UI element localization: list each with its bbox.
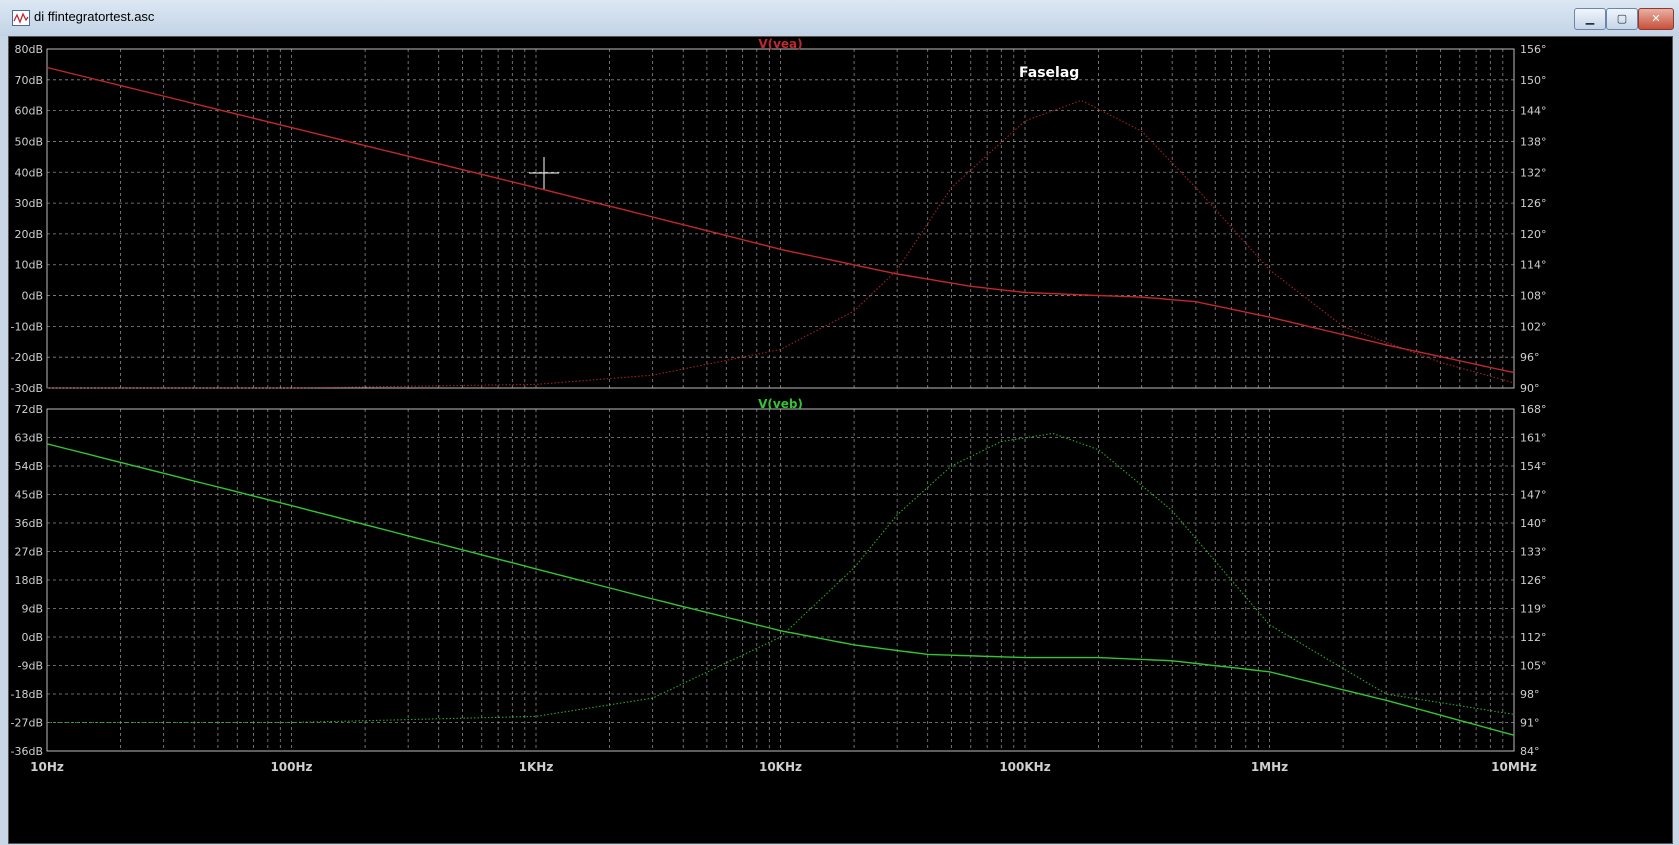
left-axis-tick-label: -18dB: [11, 688, 44, 701]
faselag-annotation: Faselag: [1019, 65, 1079, 81]
left-axis-tick-label: 9dB: [21, 603, 43, 616]
left-axis-tick-label: 0dB: [21, 290, 43, 303]
left-axis-tick-label: 30dB: [14, 197, 43, 210]
left-axis-tick-label: 10dB: [14, 259, 43, 272]
bode-plot-svg[interactable]: 80dB 70dB 60dB 50dB 40dB 30dB 20dB 10dB 0dB -10dB…: [9, 37, 1672, 843]
left-axis-tick-label: 50dB: [14, 135, 43, 148]
right-axis-tick-label: 138°: [1520, 135, 1547, 148]
right-axis-tick-label: 132°: [1520, 166, 1547, 179]
x-axis-tick-label: 10KHz: [759, 760, 802, 774]
left-axis-tick-label: -10dB: [11, 320, 44, 333]
left-axis-tick-label: 60dB: [14, 105, 43, 118]
maximize-button[interactable]: ▢: [1606, 8, 1638, 30]
crosshair-cursor-icon: [529, 157, 559, 189]
right-axis-tick-label: 133°: [1520, 546, 1547, 559]
left-axis-tick-label: 45dB: [14, 489, 43, 502]
left-axis-tick-label: -9dB: [18, 660, 44, 673]
right-axis-tick-label: 144°: [1520, 105, 1547, 118]
right-axis-tick-label: 96°: [1520, 351, 1540, 364]
plot-pane-vea[interactable]: 80dB 70dB 60dB 50dB 40dB 30dB 20dB 10dB 0dB -10dB…: [11, 37, 1547, 395]
left-axis-tick-label: 20dB: [14, 228, 43, 241]
x-axis-tick-label: 1MHz: [1251, 760, 1288, 774]
title-bar[interactable]: di ffintegratortest.asc ▁ ▢ ✕: [0, 0, 1679, 36]
right-axis-tick-label: 91°: [1520, 717, 1540, 730]
waveform-icon: [12, 10, 30, 26]
x-axis-tick-label: 100KHz: [999, 760, 1050, 774]
right-axis-tick-label: 168°: [1520, 403, 1547, 416]
left-axis-tick-label: 80dB: [14, 43, 43, 56]
right-axis-tick-label: 120°: [1520, 228, 1547, 241]
left-axis-tick-label: 72dB: [14, 403, 43, 416]
left-axis-tick-label: 63dB: [14, 432, 43, 445]
right-axis-tick-label: 126°: [1520, 197, 1547, 210]
left-axis-tick-label: 54dB: [14, 460, 43, 473]
window-title: di ffintegratortest.asc: [34, 9, 155, 24]
left-axis-tick-label: 40dB: [14, 166, 43, 179]
right-axis-tick-label: 102°: [1520, 320, 1547, 333]
ltspice-waveform-window: di ffintegratortest.asc ▁ ▢ ✕ 80dB 70dB 60…: [0, 0, 1679, 845]
right-axis-tick-label: 150°: [1520, 74, 1547, 87]
left-axis-tick-label: 0dB: [21, 631, 43, 644]
left-axis-tick-label: -30dB: [11, 382, 44, 395]
left-axis-tick-label: 70dB: [14, 74, 43, 87]
close-button[interactable]: ✕: [1638, 8, 1674, 30]
right-axis-tick-label: 156°: [1520, 43, 1547, 56]
right-axis-tick-label: 140°: [1520, 517, 1547, 530]
trace-title[interactable]: V(vea): [758, 37, 802, 51]
left-axis-tick-label: 27dB: [14, 546, 43, 559]
right-axis-tick-label: 114°: [1520, 259, 1547, 272]
plot-pane-veb[interactable]: 72dB 63dB 54dB 45dB 36dB 27dB 18dB 9dB 0dB -9dB -1…: [11, 397, 1547, 758]
left-axis-tick-label: -36dB: [11, 745, 44, 758]
left-axis-tick-label: -20dB: [11, 351, 44, 364]
right-axis-tick-label: 108°: [1520, 290, 1547, 303]
right-axis-tick-label: 105°: [1520, 660, 1547, 673]
right-axis-tick-label: 112°: [1520, 631, 1547, 644]
left-axis-tick-label: 18dB: [14, 574, 43, 587]
left-axis-tick-label: -27dB: [11, 717, 44, 730]
x-axis-tick-label: 1KHz: [519, 760, 554, 774]
annotation-layer: Faselag: [1019, 65, 1079, 81]
x-axis-tick-label: 10MHz: [1491, 760, 1537, 774]
right-axis-tick-label: 147°: [1520, 489, 1547, 502]
x-axis-tick-label: 10Hz: [30, 760, 64, 774]
right-axis-tick-label: 126°: [1520, 574, 1547, 587]
right-axis-tick-label: 84°: [1520, 745, 1540, 758]
right-axis-tick-label: 161°: [1520, 432, 1547, 445]
right-axis-tick-label: 119°: [1520, 603, 1547, 616]
left-axis-tick-label: 36dB: [14, 517, 43, 530]
right-axis-tick-label: 90°: [1520, 382, 1540, 395]
right-axis-tick-label: 98°: [1520, 688, 1540, 701]
trace-title[interactable]: V(veb): [758, 397, 803, 411]
right-axis-tick-label: 154°: [1520, 460, 1547, 473]
plot-area[interactable]: 80dB 70dB 60dB 50dB 40dB 30dB 20dB 10dB 0dB -10dB…: [8, 36, 1673, 844]
x-axis-tick-label: 100Hz: [270, 760, 312, 774]
minimize-button[interactable]: ▁: [1574, 8, 1606, 30]
